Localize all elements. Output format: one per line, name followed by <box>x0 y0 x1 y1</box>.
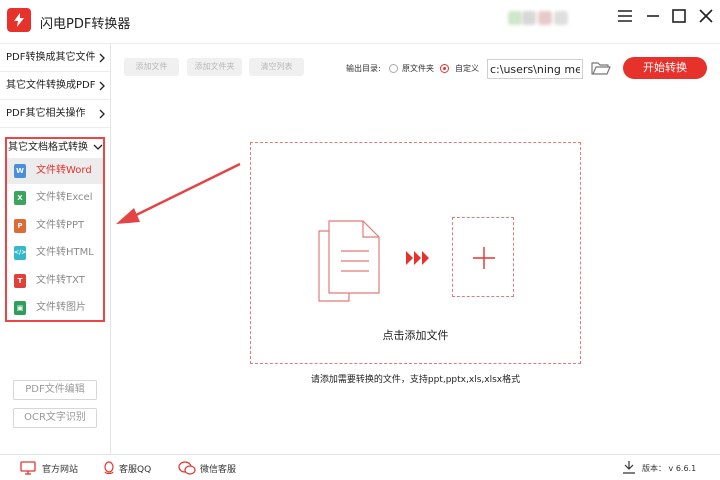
radio-original-folder[interactable] <box>389 64 398 73</box>
output-dir-label: 输出目录: <box>346 64 381 73</box>
app-window: 闪电PDF转换器 PDF转换成其它文件 其它文件转换成PDF PDF其它相关操作… <box>0 0 720 480</box>
download-icon <box>623 461 635 474</box>
menu-icon[interactable] <box>615 6 635 26</box>
drop-zone-text: 点击添加文件 <box>382 329 449 342</box>
word-icon: W <box>14 164 26 178</box>
clear-list-button[interactable]: 清空列表 <box>249 58 304 76</box>
chevron-right-icon <box>99 109 105 119</box>
add-file-button[interactable]: 添加文件 <box>124 58 179 76</box>
sidebar-item-pdf-other-ops[interactable]: PDF其它相关操作 <box>0 100 110 128</box>
close-icon[interactable] <box>696 6 716 26</box>
sidebar-item-label: PDF其它相关操作 <box>6 108 86 119</box>
maximize-icon[interactable] <box>669 6 689 26</box>
sidebar-item-to-txt[interactable]: T 文件转TXT <box>7 268 103 294</box>
sidebar-item-to-excel[interactable]: X 文件转Excel <box>7 185 103 211</box>
minimize-icon[interactable] <box>643 6 663 26</box>
monitor-icon <box>20 461 36 475</box>
user-avatar-icon[interactable] <box>504 8 574 28</box>
radio-custom[interactable] <box>440 64 449 73</box>
customer-wechat-link[interactable]: 微信客服 <box>178 459 248 477</box>
ppt-icon: P <box>14 219 26 233</box>
output-path-input[interactable] <box>487 59 583 79</box>
sidebar-expanded-group: 其它文档格式转换 W 文件转Word X 文件转Excel P 文件转PPT <… <box>5 137 105 322</box>
sidebar-item-to-html[interactable]: </> 文件转HTML <box>7 240 103 266</box>
html-icon: </> <box>14 246 26 260</box>
sidebar-item-pdf-to-other[interactable]: PDF转换成其它文件 <box>0 44 110 72</box>
title-bar: 闪电PDF转换器 <box>0 0 720 44</box>
add-file-box[interactable] <box>452 217 514 297</box>
sidebar-item-label: 其它文件转换成PDF <box>6 80 96 91</box>
txt-icon: T <box>14 274 26 288</box>
pdf-edit-button[interactable]: PDF文件编辑 <box>13 380 97 400</box>
documents-icon <box>318 220 380 302</box>
file-drop-zone[interactable]: 点击添加文件 <box>250 142 581 364</box>
start-convert-button[interactable]: 开始转换 <box>623 57 707 79</box>
sidebar-item-to-word[interactable]: W 文件转Word <box>7 158 103 184</box>
sidebar-item-label: PDF转换成其它文件 <box>6 52 96 63</box>
triple-arrow-icon <box>406 251 429 265</box>
radio-custom-label: 自定义 <box>455 64 479 73</box>
sidebar-item-other-to-pdf[interactable]: 其它文件转换成PDF <box>0 72 110 100</box>
excel-icon: X <box>14 191 26 205</box>
chevron-down-icon <box>93 144 103 150</box>
annotation-arrow-icon <box>116 162 241 224</box>
sidebar-item-to-image[interactable]: ▣ 文件转图片 <box>7 295 103 321</box>
qq-icon <box>104 461 114 475</box>
customer-qq-link[interactable]: 客服QQ <box>103 459 163 477</box>
wechat-icon <box>178 461 196 475</box>
official-website-link[interactable]: 官方网站 <box>20 459 90 477</box>
app-title: 闪电PDF转换器 <box>40 17 131 32</box>
supported-formats-hint: 请添加需要转换的文件，支持ppt,pptx,xls,xlsx格式 <box>310 375 521 385</box>
plus-icon <box>473 247 495 269</box>
app-logo-icon <box>7 8 31 32</box>
add-folder-button[interactable]: 添加文件夹 <box>187 58 242 76</box>
chevron-right-icon <box>99 53 105 63</box>
image-icon: ▣ <box>14 301 26 315</box>
folder-open-icon[interactable] <box>591 60 611 80</box>
sidebar: PDF转换成其它文件 其它文件转换成PDF PDF其它相关操作 其它文档格式转换… <box>0 44 111 454</box>
radio-original-label: 原文件夹 <box>402 64 434 73</box>
chevron-right-icon <box>99 81 105 91</box>
sidebar-group-header[interactable]: 其它文档格式转换 <box>7 139 103 159</box>
ocr-button[interactable]: OCR文字识别 <box>13 408 97 428</box>
sidebar-item-to-ppt[interactable]: P 文件转PPT <box>7 213 103 239</box>
status-bar: 官方网站 客服QQ 微信客服 版本： v 6.6.1 <box>0 454 720 480</box>
